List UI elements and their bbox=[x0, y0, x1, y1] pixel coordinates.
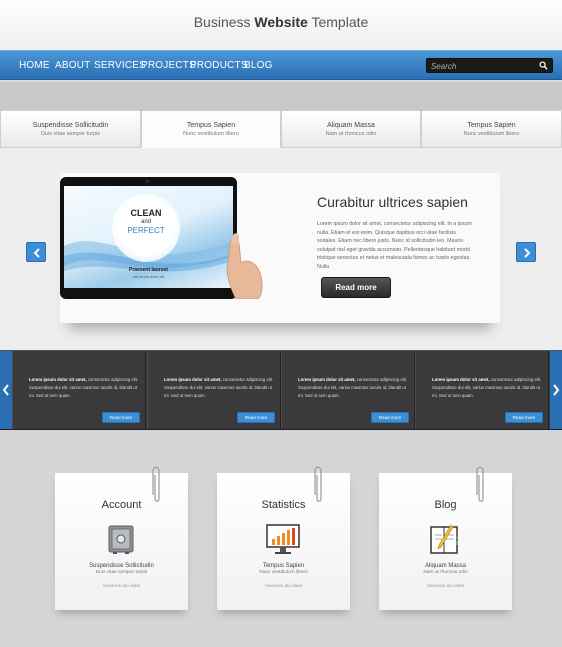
chevron-right-icon bbox=[553, 384, 560, 396]
nav-item-products[interactable]: PRODUCTS bbox=[190, 60, 248, 71]
nav-item-blog[interactable]: BLOG bbox=[244, 60, 273, 71]
card-account[interactable]: Account Suspendisse Sollicitudin Duis vi… bbox=[55, 466, 188, 610]
slide: CLEAN and PERFECT Praesent laoreet elit … bbox=[60, 173, 500, 323]
card-footnote: Vivamus dui diam bbox=[426, 584, 465, 589]
read-more-button[interactable]: Read more bbox=[371, 412, 409, 423]
tablet-caption-sub: elit lorem dolor sit bbox=[132, 274, 165, 279]
tab-subtitle: Nam at rhoncus odio bbox=[325, 131, 377, 137]
tab-subtitle: Nunc vestibulum libero bbox=[183, 131, 239, 137]
camera-icon bbox=[146, 180, 149, 183]
chevron-left-icon bbox=[2, 384, 9, 396]
and-text: and bbox=[140, 219, 151, 225]
perfect-text: PERFECT bbox=[127, 226, 165, 235]
card-title: Blog bbox=[434, 499, 457, 511]
strip-text-bold: Lorem ipsum dolor sit amet, bbox=[164, 377, 222, 382]
card-footnote: Vivamus dui diam bbox=[264, 584, 303, 589]
header-band bbox=[0, 82, 562, 110]
card-description: Nam at rhoncus odio bbox=[423, 570, 468, 575]
site-title-post: Template bbox=[307, 14, 369, 30]
read-more-button[interactable]: Read more bbox=[102, 412, 140, 423]
nav-item-projects[interactable]: PROJECTS bbox=[141, 60, 196, 71]
tab-4[interactable]: Tempus Sapien Nunc vestibulum libero bbox=[421, 110, 562, 148]
site-header: Business Website Template bbox=[0, 0, 562, 50]
main-nav: HOME ABOUT SERVICES PROJECTS PRODUCTS BL… bbox=[0, 50, 562, 80]
paperclip-icon bbox=[476, 466, 484, 502]
tablet-caption: Praesent laoreet bbox=[129, 267, 168, 273]
hand-icon bbox=[226, 233, 263, 299]
chevron-right-icon bbox=[524, 248, 531, 258]
strip-text-bold: Lorem ipsum dolor sit amet, bbox=[432, 377, 490, 382]
card-statistics[interactable]: Statistics Tempus Sapien Nunc vestibulum… bbox=[217, 466, 350, 610]
tab-title: Suspendisse Sollicitudin bbox=[32, 122, 109, 129]
page: Business Website Template HOME ABOUT SER… bbox=[0, 0, 562, 647]
slide-text: Lorem ipsum dolor sit amet, consectetur … bbox=[317, 221, 472, 270]
site-title: Business Website Template bbox=[0, 14, 562, 30]
card-title: Account bbox=[101, 499, 142, 511]
tablet-screen: CLEAN and PERFECT Praesent laoreet elit … bbox=[64, 186, 233, 288]
monitor-chart-icon bbox=[266, 524, 300, 554]
slide-title: Curabitur ultrices sapien bbox=[317, 194, 468, 210]
strip-text-bold: Lorem ipsum dolor sit amet, bbox=[29, 377, 87, 382]
search-icon[interactable] bbox=[539, 61, 548, 70]
nav-item-services[interactable]: SERVICES bbox=[94, 60, 146, 71]
strip-text: Lorem ipsum dolor sit amet, consectetur … bbox=[432, 376, 544, 400]
slider-prev-button[interactable] bbox=[26, 242, 46, 262]
tab-title: Aliquam Massa bbox=[327, 122, 375, 129]
strip-panel-1: Lorem ipsum dolor sit amet, consectetur … bbox=[12, 351, 146, 429]
nav-item-home[interactable]: HOME bbox=[19, 60, 50, 71]
tab-subtitle: Nunc vestibulum libero bbox=[463, 131, 520, 137]
site-title-pre: Business bbox=[193, 14, 255, 30]
card-footnote: Vivamus dui diam bbox=[102, 584, 141, 589]
search-box bbox=[426, 58, 553, 73]
clean-badge: CLEAN and PERFECT bbox=[112, 194, 180, 262]
tab-title: Tempus Sapien bbox=[186, 122, 236, 129]
strip-panel-4: Lorem ipsum dolor sit amet, consectetur … bbox=[415, 351, 549, 429]
tab-subtitle: Duis vitae semper turpis bbox=[41, 131, 100, 137]
card-subtitle: Tempus Sapien bbox=[262, 563, 305, 569]
strip-panel-2: Lorem ipsum dolor sit amet, consectetur … bbox=[147, 351, 281, 429]
notebook-pen-icon bbox=[430, 524, 458, 554]
search-input[interactable] bbox=[431, 60, 536, 72]
paperclip-icon bbox=[152, 466, 160, 502]
card-description: Nunc vestibulum libero bbox=[259, 570, 308, 575]
card-title: Statistics bbox=[261, 499, 306, 511]
feature-cards: Account Suspendisse Sollicitudin Duis vi… bbox=[0, 430, 562, 647]
card-description: Duis vitae semper turpis bbox=[95, 570, 148, 575]
tab-title: Tempus Sapien bbox=[467, 122, 516, 129]
paperclip-icon bbox=[314, 466, 322, 502]
nav-item-about[interactable]: ABOUT bbox=[55, 60, 90, 71]
tab-2[interactable]: Tempus Sapien Nunc vestibulum libero bbox=[141, 110, 281, 148]
clean-text: CLEAN bbox=[130, 208, 162, 218]
slider-next-button[interactable] bbox=[516, 242, 536, 262]
tab-1[interactable]: Suspendisse Sollicitudin Duis vitae semp… bbox=[0, 110, 141, 148]
feature-tabs: Suspendisse Sollicitudin Duis vitae semp… bbox=[0, 110, 562, 148]
read-more-button[interactable]: Read more bbox=[321, 277, 391, 298]
read-more-button[interactable]: Read more bbox=[237, 412, 275, 423]
hero-slider: CLEAN and PERFECT Praesent laoreet elit … bbox=[0, 148, 562, 350]
chevron-left-icon bbox=[33, 248, 40, 258]
site-title-bold: Website bbox=[254, 14, 308, 30]
card-blog[interactable]: Blog Aliquam Massa Nam at rhoncus odio V… bbox=[379, 466, 512, 610]
safe-icon bbox=[108, 525, 134, 554]
strip-text: Lorem ipsum dolor sit amet, consectetur … bbox=[298, 376, 410, 400]
strip-panel-3: Lorem ipsum dolor sit amet, consectetur … bbox=[281, 351, 415, 429]
info-strip: Lorem ipsum dolor sit amet, consectetur … bbox=[0, 350, 562, 430]
tablet-image: CLEAN and PERFECT Praesent laoreet elit … bbox=[60, 177, 237, 299]
card-subtitle: Suspendisse Sollicitudin bbox=[89, 563, 154, 569]
strip-text-bold: Lorem ipsum dolor sit amet, bbox=[298, 377, 356, 382]
read-more-button[interactable]: Read more bbox=[505, 412, 543, 423]
tab-3[interactable]: Aliquam Massa Nam at rhoncus odio bbox=[281, 110, 421, 148]
strip-prev-button[interactable] bbox=[0, 351, 12, 429]
strip-text: Lorem ipsum dolor sit amet, consectetur … bbox=[164, 376, 276, 400]
card-subtitle: Aliquam Massa bbox=[424, 563, 466, 569]
strip-next-button[interactable] bbox=[550, 351, 562, 429]
strip-text: Lorem ipsum dolor sit amet, consectetur … bbox=[29, 376, 141, 400]
